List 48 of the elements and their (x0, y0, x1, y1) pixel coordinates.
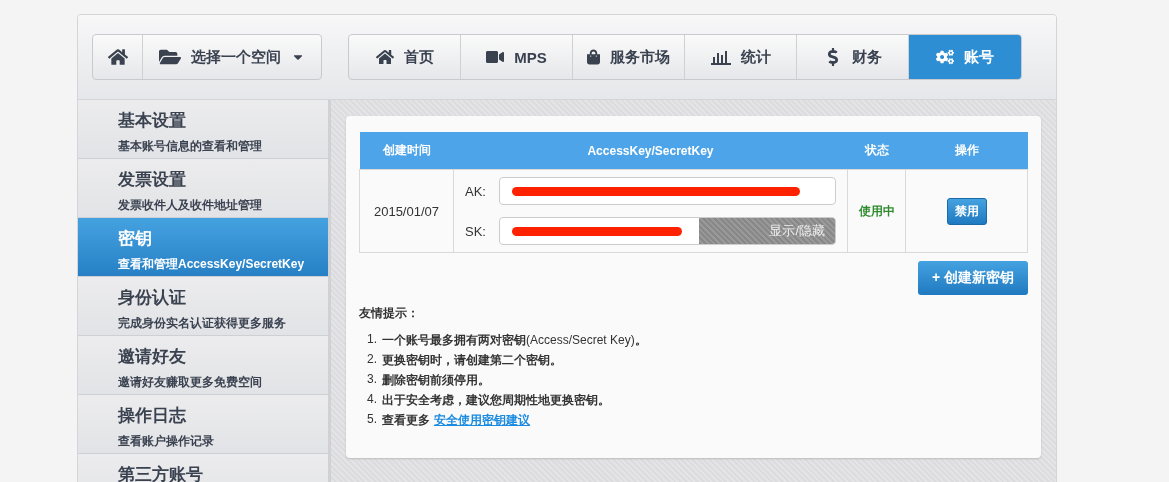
column-header: 操作 (905, 132, 1028, 170)
column-header: 创建时间 (359, 132, 454, 170)
list-number: 5. (367, 412, 377, 428)
video-camera-icon (486, 48, 505, 66)
tip-text: 删除密钥前须停用。 (382, 372, 490, 389)
sidebar-item-title: 邀请好友 (118, 346, 187, 368)
advice-link[interactable]: 安全使用密钥建议 (434, 413, 530, 427)
field-label: AK: (465, 183, 487, 199)
sidebar-item[interactable]: 密钥 查看和管理AccessKey/SecretKey (78, 218, 328, 277)
column-header: 状态 (847, 132, 906, 170)
home-icon (375, 48, 394, 66)
sidebar-item-title: 密钥 (118, 228, 153, 250)
sidebar-item-subtitle: 查看和管理AccessKey/SecretKey (118, 256, 306, 273)
list-number: 1. (367, 332, 377, 348)
sidebar-item-title: 第三方账号 (118, 464, 204, 482)
tip-text: 查看更多 安全使用密钥建议 (382, 412, 530, 429)
nav-tab[interactable]: 统计 (685, 35, 797, 79)
list-number: 2. (367, 352, 377, 368)
sidebar-item-title: 身份认证 (118, 287, 187, 309)
sidebar-item-subtitle: 邀请好友赚取更多免费空间 (118, 374, 263, 391)
nav-tab[interactable]: 服务市场 (573, 35, 685, 79)
nav-tab[interactable]: MPS (461, 35, 573, 79)
table-cell: 2015/01/07 (359, 169, 454, 253)
sidebar-item-title: 基本设置 (118, 110, 187, 132)
input-field[interactable] (499, 177, 836, 205)
sidebar-item-subtitle: 基本账号信息的查看和管理 (118, 138, 263, 155)
sidebar-item-subtitle: 完成身份实名认证获得更多服务 (118, 315, 287, 332)
gears-icon (936, 48, 954, 66)
field-label: SK: (465, 223, 487, 239)
create-key-button[interactable]: + 创建新密钥 (917, 261, 1028, 295)
tips-title: 友情提示： (359, 305, 420, 322)
nav-tab[interactable]: 首页 (349, 35, 461, 79)
status-text: 使用中 (847, 169, 906, 253)
list-number: 3. (367, 372, 377, 388)
bar-chart-icon (710, 49, 731, 65)
disable-button[interactable]: 禁用 (946, 197, 987, 225)
tip-text: 出于安全考虑，建议您周期性地更换密钥。 (382, 392, 610, 409)
tip-text: 更换密钥时，请创建第二个密钥。 (382, 352, 562, 369)
sidebar-item-title: 发票设置 (118, 169, 187, 191)
nav-tab[interactable]: 账号 (909, 35, 1021, 79)
sidebar-item-subtitle: 发票收件人及收件地址管理 (118, 197, 263, 214)
sidebar-item-title: 操作日志 (118, 405, 187, 427)
list-number: 4. (367, 392, 377, 408)
column-header: AccessKey/SecretKey (453, 132, 848, 170)
sidebar-item-subtitle: 查看账户操作记录 (118, 433, 215, 450)
shopping-bag-icon (587, 48, 600, 66)
home-icon (107, 47, 128, 67)
tip-text: 一个账号最多拥有两对密钥(Access/Secret Key)。 (382, 332, 647, 349)
